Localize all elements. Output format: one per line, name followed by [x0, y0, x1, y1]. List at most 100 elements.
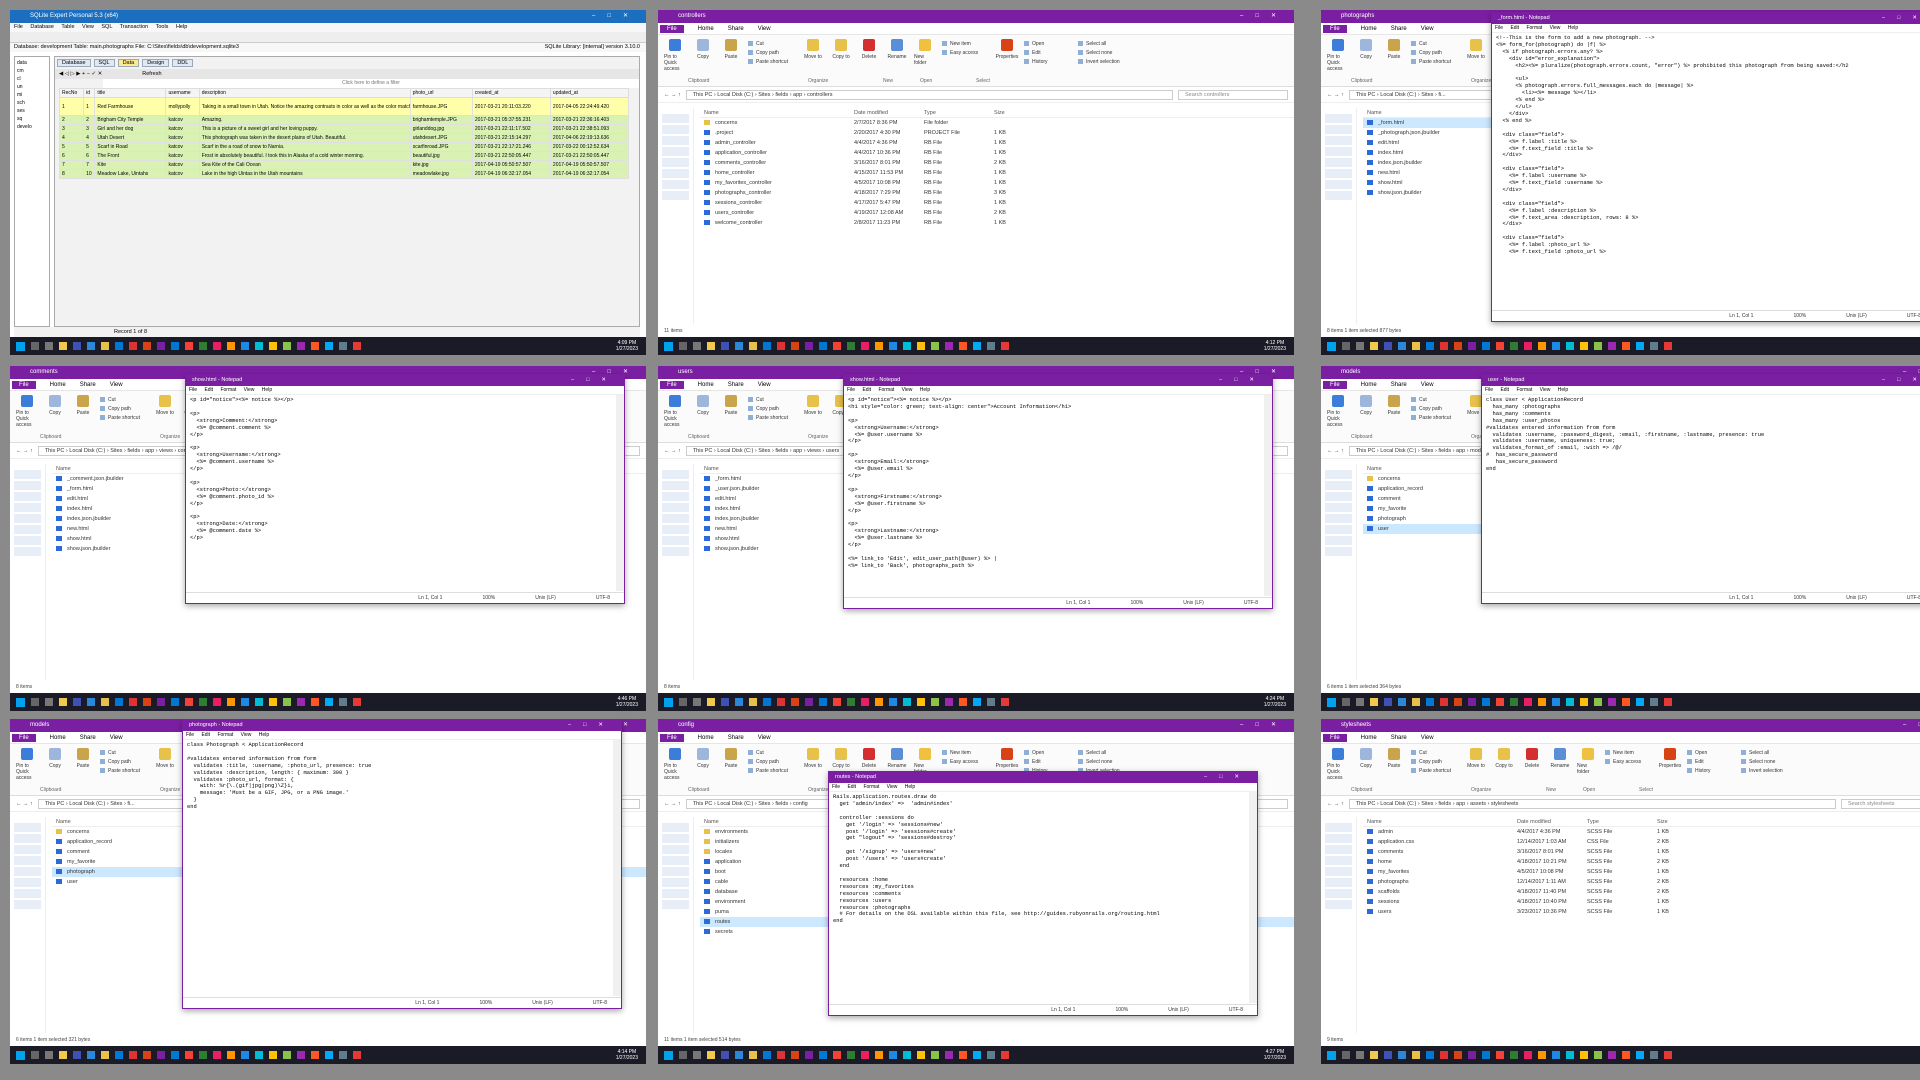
taskbar-app-icon[interactable] [1001, 342, 1009, 350]
taskbar-app-icon[interactable] [199, 698, 207, 706]
navigation-pane[interactable] [1321, 464, 1357, 680]
history-button[interactable]: History [1024, 59, 1072, 65]
table-cell[interactable]: 1 [58, 97, 85, 116]
taskbar-app-icon[interactable] [129, 1051, 137, 1059]
taskbar-clock[interactable]: 4:46 PM 1/27/2023 [616, 696, 646, 708]
table-cell[interactable]: 2017-03-21 20:11:03.220 [471, 97, 551, 116]
pin-button[interactable]: Pin to Quick access [1327, 39, 1349, 82]
taskbar-clock[interactable]: 4:27 PM 1/27/2023 [1264, 1049, 1294, 1061]
taskbar-app-icon[interactable] [777, 1051, 785, 1059]
taskbar-app-icon[interactable] [917, 1051, 925, 1059]
nav-item[interactable] [1325, 114, 1352, 123]
paste_shortcut-button[interactable]: Paste shortcut [748, 768, 796, 774]
taskbar-app-icon[interactable] [1510, 1051, 1518, 1059]
taskbar-app-icon[interactable] [987, 698, 995, 706]
taskbar-app-icon[interactable] [339, 698, 347, 706]
taskbar-app-icon[interactable] [59, 698, 67, 706]
taskbar-app-icon[interactable] [1664, 698, 1672, 706]
taskbar-app-icon[interactable] [269, 342, 277, 350]
navigation-pane[interactable] [658, 464, 694, 680]
nav-item[interactable] [14, 492, 41, 501]
nav-arrows[interactable]: ← → ↑ [1327, 801, 1344, 807]
paste-button[interactable]: Paste [720, 748, 742, 791]
file-row[interactable]: application.css 12/14/2017 1:03 AM CSS Fil… [1363, 837, 1920, 847]
notepad-menu[interactable]: File Edit Format View Help [829, 783, 1257, 792]
window-controls[interactable]: –□✕ [571, 375, 618, 386]
taskbar-app-icon[interactable] [987, 342, 995, 350]
taskbar-app-icon[interactable] [1538, 1051, 1546, 1059]
taskbar-app-icon[interactable] [707, 342, 715, 350]
taskbar-app-icon[interactable] [185, 342, 193, 350]
taskbar-app-icon[interactable] [73, 698, 81, 706]
nav-item[interactable] [1325, 536, 1352, 545]
tab-view[interactable]: View [758, 382, 771, 388]
edit-button[interactable]: Edit [1687, 759, 1735, 765]
tab-share[interactable]: Share [80, 382, 96, 388]
new_folder-button[interactable]: New folder [1577, 748, 1599, 791]
copy-button[interactable]: Copy [692, 395, 714, 438]
taskbar-app-icon[interactable] [87, 698, 95, 706]
paste-button[interactable]: Paste [72, 748, 94, 791]
nav-item[interactable] [662, 191, 689, 200]
nav-item[interactable] [1325, 823, 1352, 832]
taskbar-app-icon[interactable] [1356, 342, 1364, 350]
nav-item[interactable] [14, 470, 41, 479]
db-tree-item[interactable]: develo [17, 123, 47, 131]
taskbar-app-icon[interactable] [917, 698, 925, 706]
move-button[interactable]: Move to [802, 39, 824, 82]
db-tree-item[interactable]: un [17, 83, 47, 91]
copy-button[interactable]: Copy [692, 39, 714, 82]
file-row[interactable]: comments 3/16/2017 8:01 PM SCSS File 1 KB [1363, 847, 1920, 857]
column-header[interactable]: Type [924, 108, 994, 118]
copy-button[interactable]: Copy [44, 395, 66, 438]
taskbar-app-icon[interactable] [31, 342, 39, 350]
column-header[interactable]: Name [704, 464, 854, 474]
taskbar-app-icon[interactable] [339, 342, 347, 350]
window-controls[interactable]: –□✕ [1240, 10, 1288, 23]
column-header[interactable]: username [165, 88, 200, 98]
column-header[interactable]: Name [704, 108, 854, 118]
nav-item[interactable] [14, 867, 41, 876]
tab-file[interactable]: File [12, 733, 36, 742]
nav-item[interactable] [1325, 136, 1352, 145]
nav-item[interactable] [1325, 180, 1352, 189]
start-icon[interactable] [664, 1050, 673, 1060]
nav-item[interactable] [14, 547, 41, 556]
table-cell[interactable]: 7 [58, 160, 85, 170]
taskbar-app-icon[interactable] [1426, 342, 1434, 350]
nav-item[interactable] [662, 169, 689, 178]
start-icon[interactable] [1327, 1050, 1336, 1060]
cut-button[interactable]: Cut [100, 397, 148, 403]
file-row[interactable]: admin_controller 4/4/2017 4:36 PM RB File 1… [700, 138, 1294, 148]
table-cell[interactable]: 5 [58, 142, 85, 152]
taskbar-app-icon[interactable] [339, 1051, 347, 1059]
start-icon[interactable] [16, 1050, 25, 1060]
table-row[interactable]: 8 10 Meadow Lake, Uintahs katcov Lake in the… [58, 169, 630, 179]
taskbar-app-icon[interactable] [945, 342, 953, 350]
file-row[interactable]: sessions_controller 4/17/2017 5:47 PM RB F… [700, 198, 1294, 208]
column-header[interactable]: RecNo [58, 88, 85, 98]
pin-button[interactable]: Pin to Quick access [16, 395, 38, 438]
taskbar-app-icon[interactable] [763, 342, 771, 350]
taskbar-app-icon[interactable] [917, 342, 925, 350]
paste-button[interactable]: Paste [1383, 748, 1405, 791]
notepad-text[interactable]: Rails.application.routes.draw do get 'ad… [829, 792, 1249, 1003]
nav-item[interactable] [662, 180, 689, 189]
taskbar-app-icon[interactable] [1608, 1051, 1616, 1059]
paste_shortcut-button[interactable]: Paste shortcut [748, 415, 796, 421]
notepad-menu[interactable]: File Edit Format View Help [844, 386, 1272, 395]
easy_access-button[interactable]: Easy access [942, 50, 990, 56]
taskbar-app-icon[interactable] [875, 698, 883, 706]
db-tree-item[interactable]: cl [17, 75, 47, 83]
taskbar-clock[interactable]: 4:09 PM 1/27/2023 [616, 340, 646, 352]
file-row[interactable]: welcome_controller 2/8/2017 11:23 PM RB Fi… [700, 218, 1294, 228]
taskbar-app-icon[interactable] [693, 698, 701, 706]
taskbar-app-icon[interactable] [213, 698, 221, 706]
notepad-text[interactable]: <!--This is the form to add a new photog… [1492, 33, 1920, 309]
taskbar-app-icon[interactable] [679, 698, 687, 706]
taskbar-app-icon[interactable] [1552, 342, 1560, 350]
taskbar-app-icon[interactable] [847, 1051, 855, 1059]
table-cell[interactable]: Lake in the high Uintas in the Utah moun… [198, 169, 411, 179]
taskbar-app-icon[interactable] [875, 342, 883, 350]
tab-file[interactable]: File [1323, 733, 1347, 742]
